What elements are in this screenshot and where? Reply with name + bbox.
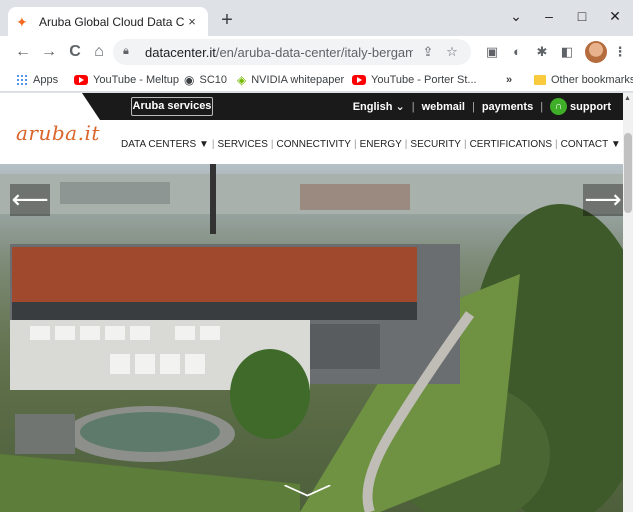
reload-button[interactable]: C (64, 41, 86, 63)
side-panel-icon[interactable]: ◧ (557, 42, 577, 62)
scrollbar-thumb[interactable] (624, 133, 632, 213)
data-center-aerial-photo (0, 164, 623, 512)
headset-icon: ∩ (550, 98, 568, 115)
aruba-services-button[interactable]: Aruba services (131, 97, 213, 116)
profile-avatar[interactable] (585, 41, 607, 63)
nav-data-centers[interactable]: DATA CENTERS ▼ (118, 139, 212, 150)
aruba-logo[interactable]: aruba.it (16, 121, 100, 145)
youtube-icon (74, 75, 88, 85)
tab-strip: ✦ Aruba Global Cloud Data Center × + ⌄ –… (0, 0, 633, 36)
puzzle-extensions-icon[interactable]: ✱ (532, 42, 552, 62)
webmail-link[interactable]: webmail (422, 101, 465, 113)
aruba-favicon-icon: ✦ (16, 13, 28, 30)
youtube-icon (352, 75, 366, 85)
forward-button[interactable]: → (38, 41, 60, 63)
nav-connectivity[interactable]: CONNECTIVITY (274, 139, 354, 150)
bookmarks-overflow-button[interactable]: » (506, 72, 512, 88)
browser-tab[interactable]: ✦ Aruba Global Cloud Data Center × (8, 7, 208, 36)
payments-link[interactable]: payments (482, 101, 533, 113)
globe-icon: ◉ (184, 73, 195, 87)
tab-search-button[interactable]: ⌄ (504, 4, 528, 28)
nav-certifications[interactable]: CERTIFICATIONS (467, 139, 555, 150)
maximize-button[interactable]: □ (570, 4, 594, 28)
close-window-button[interactable]: ✕ (603, 4, 627, 28)
folder-icon (534, 75, 546, 85)
apps-icon (16, 74, 28, 86)
extension-icon[interactable]: ▣ (482, 42, 502, 62)
bookmark-sc10[interactable]: ◉ SC10 (184, 72, 227, 88)
web-page: Aruba services English ⌄ | webmail | pay… (0, 93, 623, 512)
other-bookmarks-folder[interactable]: Other bookmarks (534, 72, 633, 88)
minimize-button[interactable]: – (537, 4, 561, 28)
nav-contact[interactable]: CONTACT ▼ (558, 139, 623, 150)
bookmark-youtube-porter[interactable]: YouTube - Porter St... (352, 72, 477, 88)
address-bar[interactable]: 🔒︎ datacenter.it/en/aruba-data-center/it… (113, 39, 471, 65)
star-icon[interactable]: ☆ (443, 44, 461, 60)
scroll-up-icon[interactable]: ▲ (624, 95, 631, 102)
nav-security[interactable]: SECURITY (407, 139, 464, 150)
back-button[interactable]: ← (12, 41, 34, 63)
scroll-down-chevron-icon[interactable]: ⌵ (282, 472, 332, 502)
topbar-logo-background (0, 93, 100, 120)
bookmark-nvidia-whitepaper[interactable]: ◈ NVIDIA whitepaper (237, 72, 344, 88)
nvidia-icon: ◈ (237, 73, 247, 87)
bookmark-youtube-meltup[interactable]: YouTube - Meltup (74, 72, 179, 88)
main-navigation: DATA CENTERS ▼ | SERVICES | CONNECTIVITY… (118, 139, 623, 150)
hero-slider: ⟵ ⟶ ⌵ (0, 164, 623, 512)
bookmark-apps[interactable]: Apps (16, 72, 58, 88)
language-selector[interactable]: English ⌄ (353, 100, 405, 113)
hero-next-arrow[interactable]: ⟶ (583, 184, 623, 216)
url-text[interactable]: datacenter.it/en/aruba-data-center/italy… (145, 45, 413, 60)
top-links: English ⌄ | webmail | payments | ∩ suppo… (353, 93, 611, 120)
browser-toolbar: ← → C ⌂ 🔒︎ datacenter.it/en/aruba-data-c… (0, 36, 633, 68)
site-topbar: Aruba services English ⌄ | webmail | pay… (0, 93, 623, 120)
tab-close-button[interactable]: × (184, 14, 200, 29)
page-scrollbar[interactable]: ▲ (623, 93, 633, 512)
tab-title: Aruba Global Cloud Data Center (39, 14, 184, 29)
home-button[interactable]: ⌂ (88, 41, 110, 63)
hero-prev-arrow[interactable]: ⟵ (10, 184, 50, 216)
share-icon[interactable]: ⇪ (419, 44, 437, 60)
nav-energy[interactable]: ENERGY (357, 139, 405, 150)
support-link[interactable]: ∩ support (550, 98, 611, 115)
nav-services[interactable]: SERVICES (215, 139, 271, 150)
lock-icon[interactable]: 🔒︎ (123, 45, 137, 59)
bookmarks-bar: Apps YouTube - Meltup ◉ SC10 ◈ NVIDIA wh… (0, 68, 633, 92)
menu-kebab-icon[interactable]: ⋮ (610, 42, 630, 62)
new-tab-button[interactable]: + (216, 10, 238, 32)
shield-extension-icon[interactable]: ◐ (507, 42, 527, 62)
